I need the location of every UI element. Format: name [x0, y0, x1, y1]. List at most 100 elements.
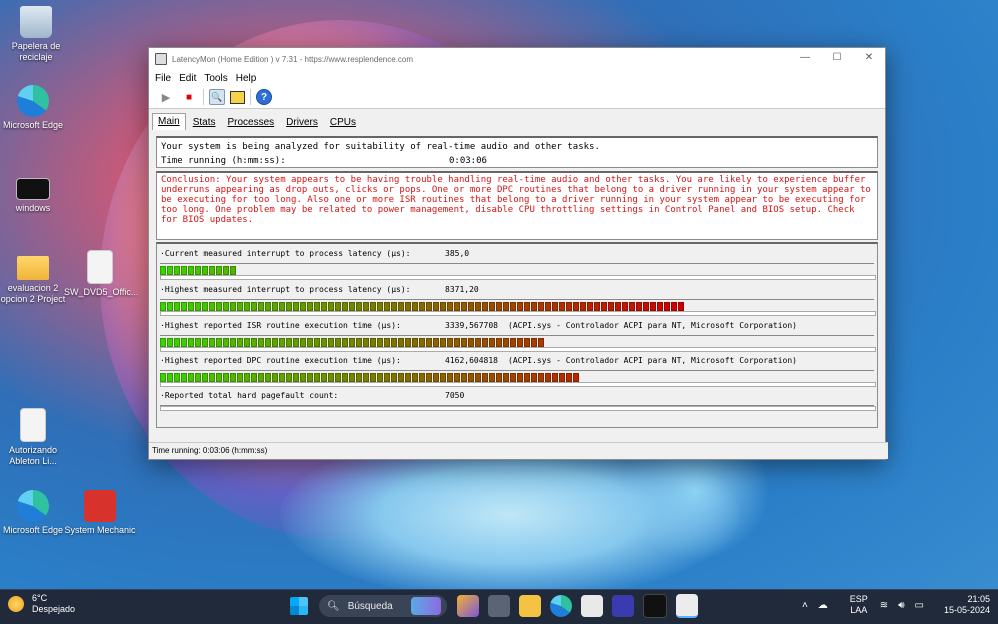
meter-segment — [496, 302, 502, 311]
desktop-icon-ableton-doc[interactable]: Autorizando Ableton Li... — [0, 408, 69, 467]
meter-segment — [377, 373, 383, 382]
meter-segment — [468, 373, 474, 382]
menu-edit[interactable]: Edit — [179, 73, 196, 84]
analysis-message: Your system is being analyzed for suitab… — [161, 142, 600, 152]
meter-segment — [454, 373, 460, 382]
meter-segment — [216, 373, 222, 382]
desktop-icon-system-mechanic[interactable]: System Mechanic — [64, 490, 136, 536]
meter-segment — [286, 338, 292, 347]
menu-help[interactable]: Help — [236, 73, 257, 84]
maximize-button[interactable]: ☐ — [821, 48, 853, 68]
meter-segment — [398, 338, 404, 347]
meter-segment — [258, 338, 264, 347]
volume-icon[interactable]: 🔊︎ — [898, 600, 904, 611]
menu-tools[interactable]: Tools — [204, 73, 227, 84]
task-view-icon[interactable] — [488, 595, 510, 617]
meter-segment — [251, 302, 257, 311]
weather-sun-icon — [8, 596, 24, 612]
latency-meter — [160, 370, 876, 387]
taskbar-search[interactable]: 🔍︎ Búsqueda — [319, 595, 447, 617]
meter-segment — [265, 302, 271, 311]
meter-segment — [272, 302, 278, 311]
meter-segment — [349, 338, 355, 347]
edge-taskbar-icon[interactable] — [550, 595, 572, 617]
meter-segment — [440, 338, 446, 347]
close-button[interactable]: ✕ — [853, 48, 885, 68]
meter-segment — [293, 338, 299, 347]
help-button[interactable]: ? — [256, 89, 272, 105]
desktop-icon-folder[interactable]: evaluacion 2 opcion 2 Project — [0, 250, 69, 305]
meter-segment — [531, 302, 537, 311]
meter-segment — [412, 338, 418, 347]
meter-segment — [195, 266, 201, 275]
file-explorer-icon[interactable] — [519, 595, 541, 617]
meter-segment — [356, 373, 362, 382]
meter-segment — [300, 373, 306, 382]
desktop-icon-label: System Mechanic — [64, 525, 136, 535]
drivers-search-icon[interactable]: 🔍 — [209, 89, 225, 105]
meter-segment — [279, 338, 285, 347]
meter-segment — [531, 338, 537, 347]
cloud-warning-icon[interactable]: ☁ — [818, 600, 828, 611]
tab-processes[interactable]: Processes — [222, 115, 279, 130]
ableton-icon[interactable] — [612, 595, 634, 617]
meter-segment — [447, 373, 453, 382]
app-icon — [155, 53, 167, 65]
stop-button[interactable]: ■ — [180, 88, 198, 106]
tab-cpus[interactable]: CPUs — [325, 115, 361, 130]
meter-segment — [419, 338, 425, 347]
desktop-icon-office-iso[interactable]: SW_DVD5_Offic... — [64, 250, 138, 298]
chevron-up-icon[interactable]: ˄ — [802, 600, 808, 611]
desktop-icon-edge[interactable]: Microsoft Edge — [0, 85, 69, 131]
meter-segment — [475, 338, 481, 347]
media-app-icon[interactable] — [643, 594, 667, 618]
window-icon[interactable] — [230, 90, 245, 104]
battery-icon[interactable]: ▭ — [915, 600, 924, 611]
menu-file[interactable]: File — [155, 73, 171, 84]
meter-segment — [209, 373, 215, 382]
meter-segment — [188, 338, 194, 347]
meter-segment — [314, 302, 320, 311]
wifi-icon[interactable]: ≋ — [880, 600, 888, 611]
title-bar[interactable]: LatencyMon (Home Edition ) v 7.31 - http… — [149, 48, 885, 70]
meter-segment — [251, 338, 257, 347]
desktop-icon-recycle-bin[interactable]: Papelera de reciclaje — [0, 6, 72, 63]
minimize-button[interactable]: — — [789, 48, 821, 68]
meter-segment — [265, 338, 271, 347]
play-button[interactable]: ▶ — [157, 88, 175, 106]
meter-segment — [531, 373, 537, 382]
desktop-icon-label: windows — [15, 203, 51, 213]
weather-widget[interactable]: 6°C Despejado — [8, 593, 75, 615]
desktop-icon-edge-2[interactable]: Microsoft Edge — [0, 490, 69, 536]
clock[interactable]: 21:05 15-05-2024 — [944, 594, 990, 616]
store-icon[interactable] — [581, 595, 603, 617]
clock-time: 21:05 — [967, 594, 990, 604]
start-button[interactable] — [288, 595, 310, 617]
meter-segment — [286, 302, 292, 311]
meter-segment — [475, 302, 481, 311]
meter-segment — [517, 338, 523, 347]
metric-label: ·Current measured interrupt to process l… — [160, 249, 411, 258]
copilot-icon[interactable] — [457, 595, 479, 617]
metric-desc: (ACPI.sys - Controlador ACPI para NT, Mi… — [508, 356, 797, 365]
meter-segment — [671, 302, 677, 311]
meter-segment — [181, 373, 187, 382]
tab-drivers[interactable]: Drivers — [281, 115, 323, 130]
meter-segment — [545, 302, 551, 311]
meter-segment — [447, 338, 453, 347]
tab-stats[interactable]: Stats — [188, 115, 221, 130]
meter-segment — [650, 302, 656, 311]
tab-main[interactable]: Main — [152, 113, 186, 130]
language-indicator[interactable]: ESP LAA — [850, 594, 868, 616]
meter-segment — [524, 373, 530, 382]
meter-segment — [174, 338, 180, 347]
meter-segment — [447, 302, 453, 311]
meter-segment — [517, 302, 523, 311]
meter-segment — [426, 338, 432, 347]
meter-segment — [349, 373, 355, 382]
time-running-value: 0:03:06 — [449, 156, 487, 166]
latencymon-window: LatencyMon (Home Edition ) v 7.31 - http… — [148, 47, 888, 460]
desktop-icon-windows[interactable]: windows — [0, 170, 69, 214]
meter-segment — [160, 302, 166, 311]
latencymon-taskbar-icon[interactable] — [676, 594, 698, 618]
